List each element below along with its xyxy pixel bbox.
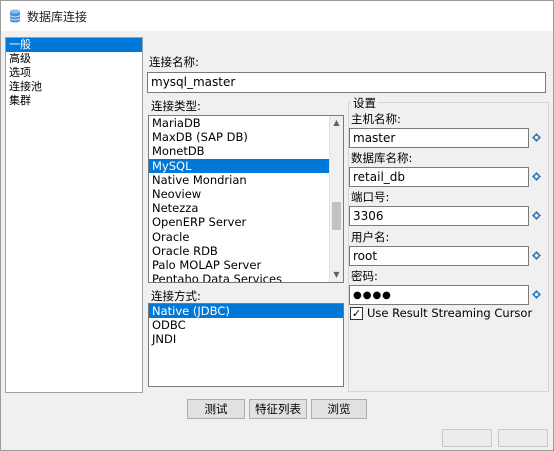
scroll-up-icon[interactable]: ▲ [330, 116, 343, 130]
username-label: 用户名: [351, 230, 390, 244]
list-item-mariadb[interactable]: MariaDB [149, 116, 343, 130]
list-item-oracle-rdb[interactable]: Oracle RDB [149, 244, 343, 258]
access-method-label: 连接方式: [151, 289, 201, 303]
list-item-jndi[interactable]: JNDI [149, 332, 343, 346]
list-item-neoview[interactable]: Neoview [149, 187, 343, 201]
nav-item-pooling[interactable]: 连接池 [6, 80, 142, 94]
variable-diamond-icon[interactable] [532, 133, 541, 142]
list-item-maxdb[interactable]: MaxDB (SAP DB) [149, 130, 343, 144]
connection-name-label: 连接名称: [149, 55, 199, 69]
list-item-native-mondrian[interactable]: Native Mondrian [149, 173, 343, 187]
scroll-down-icon[interactable]: ▼ [330, 268, 343, 282]
host-input[interactable]: master [349, 128, 529, 148]
streaming-cursor-label: Use Result Streaming Cursor [367, 306, 533, 320]
cancel-button[interactable] [498, 429, 548, 447]
variable-diamond-icon[interactable] [532, 290, 541, 299]
port-input[interactable]: 3306 [349, 206, 529, 226]
database-name-label: 数据库名称: [351, 151, 413, 165]
list-item-palo-molap[interactable]: Palo MOLAP Server [149, 258, 343, 272]
variable-diamond-icon[interactable] [532, 172, 541, 181]
list-item-mysql[interactable]: MySQL [149, 158, 343, 173]
nav-item-clustering[interactable]: 集群 [6, 94, 142, 108]
list-item-openerp[interactable]: OpenERP Server [149, 215, 343, 229]
nav-item-advanced[interactable]: 高级 [6, 52, 142, 66]
settings-group-title: 设置 [351, 95, 378, 111]
database-icon [9, 9, 21, 23]
connection-type-list[interactable]: MariaDB MaxDB (SAP DB) MonetDB MySQL Nat… [148, 115, 344, 283]
database-connection-dialog: 数据库连接 一般 高级 选项 连接池 集群 连接名称: mysql_master… [0, 0, 554, 451]
connection-type-label: 连接类型: [151, 99, 201, 113]
nav-item-general[interactable]: 一般 [6, 38, 142, 52]
list-item-pentaho-data-services[interactable]: Pentaho Data Services [149, 272, 343, 282]
list-item-odbc[interactable]: ODBC [149, 318, 343, 332]
port-label: 端口号: [351, 190, 390, 204]
ok-button[interactable] [442, 429, 492, 447]
password-input[interactable]: ●●●● [349, 285, 529, 305]
username-input[interactable]: root [349, 246, 529, 266]
explore-button[interactable]: 浏览 [311, 399, 367, 419]
list-item-monetdb[interactable]: MonetDB [149, 144, 343, 158]
password-label: 密码: [351, 269, 378, 283]
feature-list-button[interactable]: 特征列表 [249, 399, 307, 419]
database-name-input[interactable]: retail_db [349, 167, 529, 187]
category-list[interactable]: 一般 高级 选项 连接池 集群 [5, 37, 143, 393]
window-title: 数据库连接 [27, 10, 88, 24]
list-item-native-jdbc[interactable]: Native (JDBC) [149, 304, 343, 319]
host-label: 主机名称: [351, 112, 401, 126]
access-method-list[interactable]: Native (JDBC) ODBC JNDI [148, 303, 344, 387]
connection-type-scrollbar[interactable]: ▲ ▼ [329, 116, 343, 282]
test-button[interactable]: 测试 [187, 399, 245, 419]
scrollbar-thumb[interactable] [332, 202, 341, 230]
list-item-netezza[interactable]: Netezza [149, 201, 343, 215]
variable-diamond-icon[interactable] [532, 251, 541, 260]
checkmark-icon: ✓ [351, 307, 362, 320]
streaming-cursor-checkbox[interactable]: ✓ [350, 307, 363, 320]
nav-item-options[interactable]: 选项 [6, 66, 142, 80]
title-bar: 数据库连接 [1, 1, 553, 31]
connection-name-input[interactable]: mysql_master [147, 72, 546, 93]
list-item-oracle[interactable]: Oracle [149, 230, 343, 244]
variable-diamond-icon[interactable] [532, 211, 541, 220]
